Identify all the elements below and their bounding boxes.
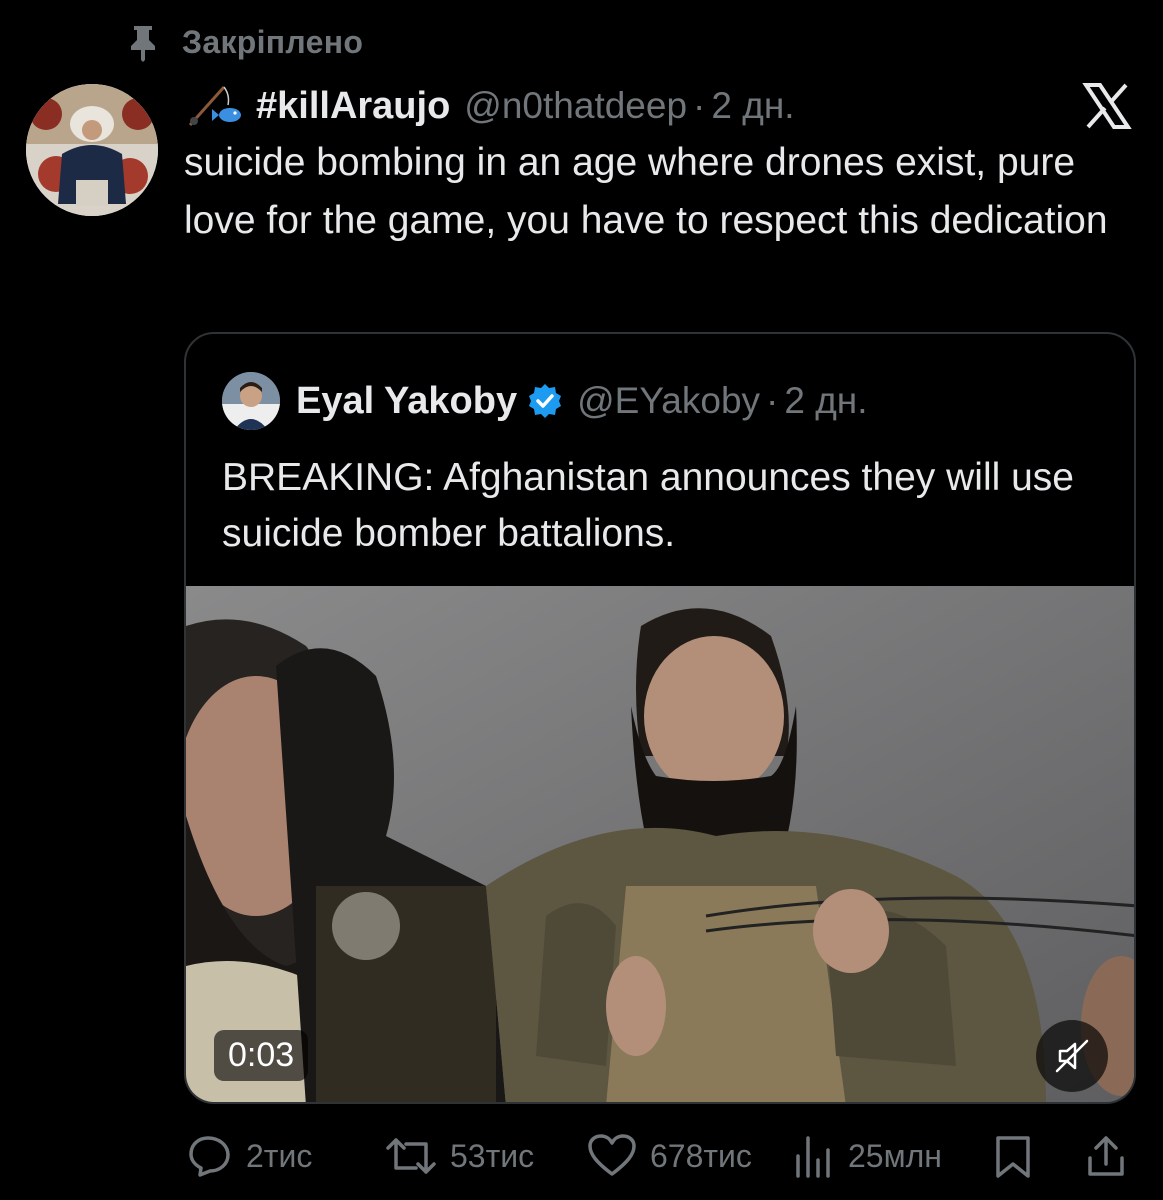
repost-icon bbox=[386, 1138, 436, 1174]
x-logo-icon bbox=[1082, 83, 1132, 129]
like-count: 678тис bbox=[650, 1137, 752, 1174]
bookmark-button[interactable] bbox=[992, 1124, 1034, 1188]
heart-icon bbox=[588, 1134, 636, 1176]
repost-button[interactable]: 53тис bbox=[384, 1124, 534, 1188]
reply-icon bbox=[189, 1136, 230, 1177]
verified-badge-icon bbox=[529, 384, 562, 418]
tweet-header: #killAraujo @n0thatdeep · 2 дн. bbox=[184, 78, 795, 134]
author-avatar[interactable] bbox=[26, 84, 158, 216]
reply-button[interactable]: 2тис bbox=[186, 1124, 312, 1188]
tweet-text: suicide bombing in an age where drones e… bbox=[184, 141, 1108, 242]
pinned-label: Закріплено bbox=[182, 23, 364, 60]
reply-count: 2тис bbox=[246, 1137, 313, 1174]
fishing-pole-icon bbox=[188, 85, 241, 127]
quoted-author-handle[interactable]: @EYakoby bbox=[577, 380, 760, 422]
video-duration: 0:03 bbox=[214, 1030, 309, 1081]
repost-count: 53тис bbox=[450, 1137, 535, 1174]
mute-toggle-button[interactable] bbox=[1036, 1020, 1108, 1092]
bookmark-icon bbox=[996, 1136, 1030, 1178]
pinned-indicator: Закріплено bbox=[128, 22, 363, 62]
views-button[interactable]: 25млн bbox=[792, 1124, 942, 1188]
tweet-timestamp[interactable]: 2 дн. bbox=[711, 85, 794, 127]
share-button[interactable] bbox=[1084, 1124, 1128, 1188]
video-thumbnail bbox=[186, 586, 1134, 1102]
pin-icon bbox=[131, 26, 155, 62]
views-count: 25млн bbox=[848, 1137, 942, 1174]
quoted-tweet-text: BREAKING: Afghanistan announces they wil… bbox=[222, 456, 1074, 555]
author-handle[interactable]: @n0thatdeep bbox=[464, 85, 687, 127]
quoted-author-display-name[interactable]: Eyal Yakoby bbox=[296, 380, 517, 423]
quoted-author-avatar[interactable] bbox=[222, 372, 280, 430]
like-button[interactable]: 678тис bbox=[586, 1124, 752, 1188]
quoted-tweet[interactable]: Eyal Yakoby @EYakoby · 2 дн. BREAKING: A… bbox=[184, 332, 1136, 1104]
muted-speaker-icon bbox=[1055, 1039, 1089, 1073]
quoted-tweet-timestamp[interactable]: 2 дн. bbox=[784, 380, 867, 422]
quoted-tweet-header: Eyal Yakoby @EYakoby · 2 дн. bbox=[222, 372, 868, 430]
separator-dot: · bbox=[766, 380, 779, 421]
separator-dot: · bbox=[693, 85, 706, 126]
video-player[interactable]: 0:03 bbox=[186, 586, 1134, 1102]
views-chart-icon bbox=[796, 1136, 830, 1178]
author-display-name[interactable]: #killAraujo bbox=[256, 85, 450, 128]
share-icon bbox=[1088, 1136, 1124, 1176]
tweet-action-bar: 2тис 53тис 678тис 25млн bbox=[0, 1124, 1163, 1188]
